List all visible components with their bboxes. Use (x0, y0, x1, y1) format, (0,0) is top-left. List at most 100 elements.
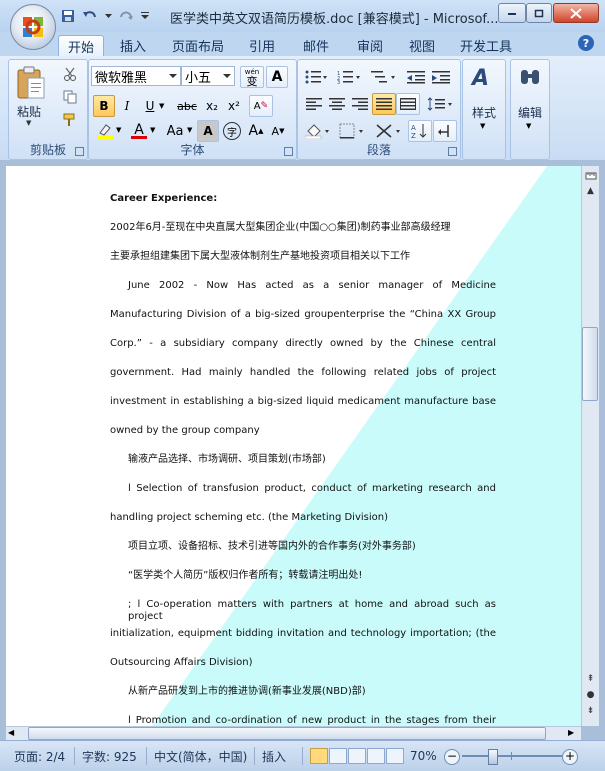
scroll-left-icon[interactable]: ◀ (8, 728, 14, 737)
font-color-dropdown-icon[interactable]: ▼ (150, 126, 155, 134)
undo-dropdown-icon[interactable] (104, 8, 112, 24)
office-button[interactable] (10, 4, 56, 50)
shading-button[interactable] (302, 120, 334, 142)
copy-button[interactable] (59, 86, 81, 108)
show-marks-button[interactable] (433, 120, 457, 142)
clipboard-launcher-icon[interactable] (75, 147, 84, 156)
styles-icon: A (472, 66, 490, 91)
highlight-dropdown-icon[interactable]: ▼ (116, 126, 121, 134)
grow-font-button[interactable]: A ▲ (245, 120, 267, 142)
zoom-in-button[interactable]: + (562, 749, 578, 765)
align-right-button[interactable] (348, 93, 372, 115)
editing-dropdown-icon[interactable]: ▼ (526, 122, 531, 130)
previous-page-icon[interactable]: ⇞ (583, 671, 598, 686)
close-button[interactable] (553, 3, 599, 23)
italic-button[interactable]: I (116, 95, 138, 117)
customize-icon[interactable] (140, 8, 150, 24)
superscript-button[interactable]: x² (223, 95, 245, 117)
styles-group[interactable]: A 样式 ▼ (462, 59, 506, 160)
sort-button[interactable]: AZ (408, 120, 432, 142)
highlight-button[interactable] (93, 120, 117, 142)
tab-insert[interactable]: 插入 (112, 35, 154, 56)
underline-dropdown-icon[interactable]: ▼ (159, 102, 164, 110)
cut-button[interactable] (59, 63, 81, 85)
minimize-button[interactable] (498, 3, 526, 23)
tab-mailings[interactable]: 邮件 (294, 35, 338, 56)
paragraph-launcher-icon[interactable] (448, 147, 457, 156)
underline-button[interactable]: U (139, 95, 161, 117)
zoom-level[interactable]: 70% (410, 747, 437, 765)
maximize-button[interactable] (526, 3, 552, 23)
outline-view-icon[interactable] (367, 748, 385, 764)
font-size-dropdown-icon[interactable] (223, 74, 231, 78)
browse-object-icon[interactable]: ● (583, 687, 598, 702)
scroll-up-icon[interactable]: ▲ (583, 183, 598, 198)
justify-button[interactable] (372, 93, 396, 115)
language-indicator[interactable]: 中文(简体，中国) (154, 747, 247, 765)
font-launcher-icon[interactable] (284, 147, 293, 156)
ruler-toggle-icon[interactable] (583, 168, 598, 183)
change-case-button[interactable]: Aa (161, 120, 189, 142)
redo-icon[interactable] (118, 8, 134, 24)
asian-layout-button[interactable] (372, 120, 406, 142)
insert-mode[interactable]: 插入 (262, 747, 286, 765)
numbering-button[interactable]: 123 (334, 66, 364, 88)
shrink-font-button[interactable]: A ▼ (267, 120, 289, 142)
bullets-icon (305, 70, 327, 84)
zoom-slider-thumb[interactable] (488, 749, 498, 765)
styles-dropdown-icon[interactable]: ▼ (480, 122, 485, 130)
zoom-out-button[interactable]: − (444, 749, 460, 765)
borders-button[interactable] (336, 120, 368, 142)
borders-icon (339, 123, 363, 139)
word-count[interactable]: 字数: 925 (82, 747, 137, 765)
print-layout-view-icon[interactable] (310, 748, 328, 764)
font-name-dropdown-icon[interactable] (169, 74, 177, 78)
align-left-button[interactable] (302, 93, 326, 115)
tab-view[interactable]: 视图 (400, 35, 444, 56)
styles-label: 样式 (472, 106, 497, 120)
save-icon[interactable] (60, 8, 76, 24)
web-layout-view-icon[interactable] (348, 748, 366, 764)
strikethrough-button[interactable]: abc (173, 95, 201, 117)
page-indicator[interactable]: 页面: 2/4 (14, 747, 65, 765)
editing-group[interactable]: 编辑 ▼ (510, 59, 550, 160)
multilevel-list-button[interactable] (368, 66, 400, 88)
full-screen-reading-view-icon[interactable] (329, 748, 347, 764)
zoom-slider-track[interactable] (462, 755, 562, 757)
distributed-button[interactable] (396, 93, 420, 115)
font-name-combo[interactable]: 微软雅黑 (91, 66, 181, 86)
help-icon[interactable]: ? (578, 35, 594, 51)
bold-button[interactable]: B (93, 95, 115, 117)
enclose-characters-button[interactable]: 字 (221, 120, 243, 142)
vertical-scrollbar[interactable]: ▲ ⇞ ● ⇟ (581, 166, 599, 726)
decrease-indent-button[interactable] (404, 66, 428, 88)
increase-indent-button[interactable] (429, 66, 453, 88)
document-page[interactable]: Career Experience: 2002年6月-至现在中央直属大型集团企业… (6, 166, 581, 726)
line-spacing-button[interactable] (424, 93, 456, 115)
next-page-icon[interactable]: ⇟ (583, 703, 598, 718)
horizontal-scroll-thumb[interactable] (28, 727, 546, 740)
undo-icon[interactable] (82, 8, 98, 24)
vertical-scroll-thumb[interactable] (582, 327, 598, 401)
paste-dropdown-icon[interactable]: ▼ (26, 119, 31, 127)
bullets-button[interactable] (302, 66, 330, 88)
character-shading-button[interactable]: A (197, 120, 219, 142)
tab-developer[interactable]: 开发工具 (452, 35, 520, 56)
character-border-button[interactable]: A (266, 66, 288, 88)
tab-references[interactable]: 引用 (240, 35, 284, 56)
doc-line: ; l Co-operation matters with partners a… (128, 599, 496, 622)
font-size-combo[interactable]: 小五 (181, 66, 235, 86)
scroll-right-icon[interactable]: ▶ (568, 728, 574, 737)
paste-button[interactable]: 粘贴 ▼ (13, 63, 49, 127)
tab-review[interactable]: 审阅 (348, 35, 392, 56)
draft-view-icon[interactable] (386, 748, 404, 764)
clear-formatting-button[interactable]: A ✎ (249, 95, 273, 117)
tab-home[interactable]: 开始 (58, 35, 104, 57)
phonetic-guide-button[interactable]: wén 变 (240, 66, 264, 88)
align-center-button[interactable] (325, 93, 349, 115)
change-case-dropdown-icon[interactable]: ▼ (187, 126, 192, 134)
tab-page-layout[interactable]: 页面布局 (166, 35, 230, 56)
format-painter-button[interactable] (59, 109, 81, 131)
font-color-button[interactable]: A (127, 120, 151, 142)
subscript-button[interactable]: x₂ (201, 95, 223, 117)
